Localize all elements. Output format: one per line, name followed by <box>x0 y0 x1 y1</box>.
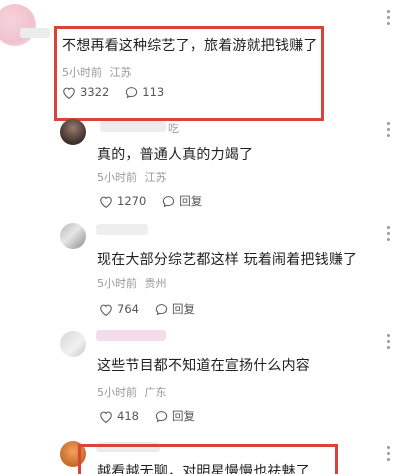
reply-button[interactable]: 回复 <box>155 301 195 317</box>
username-blurred[interactable] <box>96 224 148 235</box>
avatar[interactable] <box>60 331 86 357</box>
comment-meta: 5小时前 广东 <box>97 384 167 400</box>
more-options-icon[interactable] <box>387 334 391 352</box>
comment-meta: 5小时前 江苏 <box>62 64 132 80</box>
more-options-icon[interactable] <box>387 10 391 28</box>
heart-outline-icon <box>63 87 75 99</box>
comment-location: 广东 <box>144 386 167 399</box>
username-blurred[interactable] <box>20 28 50 38</box>
reply-label: 回复 <box>179 194 203 208</box>
comment-actions: 418 回复 <box>99 408 211 424</box>
heart-outline-icon <box>100 196 112 208</box>
like-count: 3322 <box>80 85 110 99</box>
comment-text: 越看越无聊，对明星慢慢也祛魅了 <box>97 464 310 474</box>
speech-bubble-icon <box>126 86 138 98</box>
speech-bubble-icon <box>163 195 175 207</box>
like-count: 1270 <box>117 194 147 208</box>
comment-location: 江苏 <box>109 66 132 79</box>
heart-outline-icon <box>100 304 112 316</box>
like-button[interactable]: 3322 <box>62 85 109 99</box>
reply-label: 回复 <box>171 409 195 423</box>
reply-count-button[interactable]: 113 <box>125 85 164 99</box>
like-button[interactable]: 1270 <box>99 194 146 208</box>
comment-actions: 3322 113 <box>62 85 180 99</box>
comment-meta: 5小时前 贵州 <box>97 275 167 291</box>
like-count: 764 <box>117 302 139 316</box>
speech-bubble-icon <box>155 410 168 422</box>
avatar[interactable] <box>60 223 86 249</box>
avatar[interactable] <box>60 119 86 145</box>
comment-text: 真的，普通人真的力竭了 <box>97 147 254 163</box>
speech-bubble-icon <box>155 303 168 315</box>
more-options-icon[interactable] <box>387 226 391 244</box>
comment-time: 5小时前 <box>97 171 137 184</box>
comment-time: 5小时前 <box>62 66 102 79</box>
comment-actions: 1270 回复 <box>99 193 218 209</box>
reply-button[interactable]: 回复 <box>155 408 195 424</box>
reply-button[interactable]: 回复 <box>162 193 202 209</box>
reply-count: 113 <box>142 85 165 99</box>
comment-actions: 764 回复 <box>99 301 211 317</box>
reply-label: 回复 <box>171 302 195 316</box>
comment-time: 5小时前 <box>97 277 137 290</box>
like-button[interactable]: 764 <box>99 302 139 316</box>
more-options-icon[interactable] <box>387 446 391 464</box>
comment-location: 贵州 <box>144 277 167 290</box>
like-count: 418 <box>117 409 139 423</box>
comment-text: 现在大部分综艺都这样 玩着闹着把钱赚了 <box>97 252 358 268</box>
username-suffix: 吃 <box>168 122 179 135</box>
username-blurred[interactable] <box>96 330 166 341</box>
comment-text: 这些节目都不知道在宣扬什么内容 <box>97 358 310 374</box>
comment-text: 不想再看这种综艺了，旅着游就把钱赚了 <box>62 38 318 54</box>
more-options-icon[interactable] <box>387 122 391 140</box>
like-button[interactable]: 418 <box>99 409 139 423</box>
comment-time: 5小时前 <box>97 386 137 399</box>
heart-outline-icon <box>100 411 112 423</box>
avatar[interactable] <box>0 4 36 46</box>
username-blurred[interactable] <box>100 121 166 132</box>
comment-meta: 5小时前 江苏 <box>97 169 167 185</box>
comment-location: 江苏 <box>144 171 167 184</box>
